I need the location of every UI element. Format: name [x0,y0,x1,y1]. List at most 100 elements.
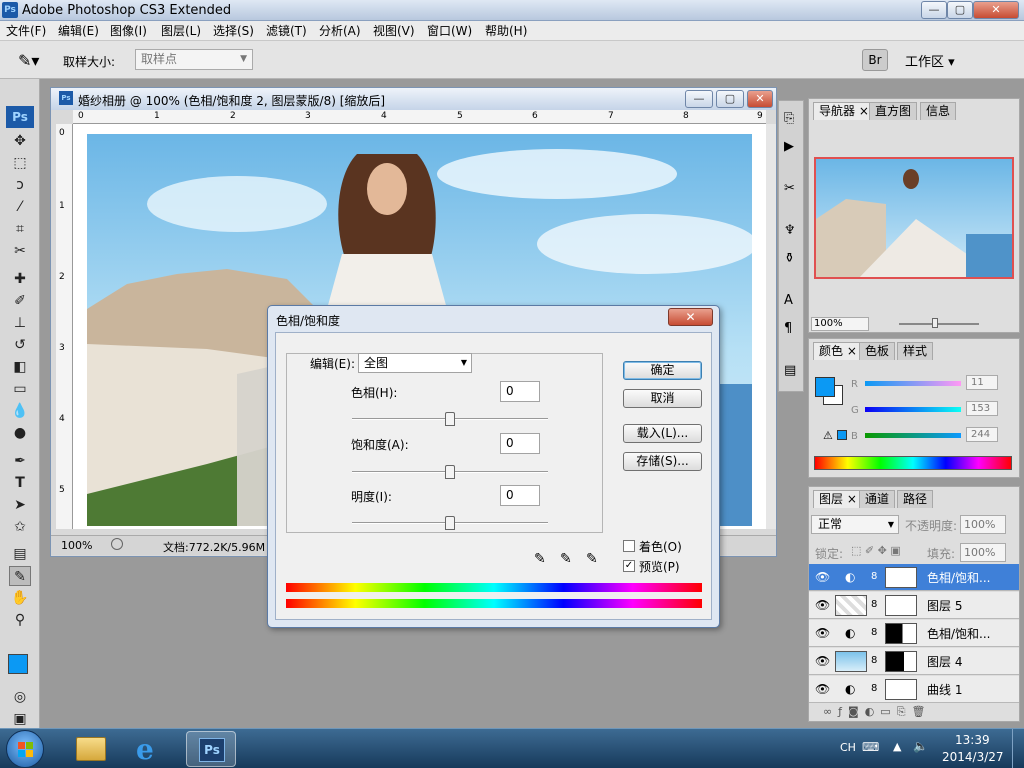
fill-field[interactable]: 100% [960,543,1006,562]
slice-tool-icon[interactable]: ✂ [9,241,31,261]
tab-layers[interactable]: 图层 × [813,490,863,508]
menu-file[interactable]: 文件(F) [6,23,46,39]
visibility-eye-icon[interactable]: 👁 [815,654,830,668]
hue-input[interactable]: 0 [500,381,540,402]
doc-maximize-button[interactable]: ▢ [716,90,744,108]
gradient-tool-icon[interactable]: ▭ [9,379,31,399]
tab-histogram[interactable]: 直方图 [869,102,918,120]
eraser-tool-icon[interactable]: ◧ [9,357,31,377]
lasso-tool-icon[interactable]: ↄ [9,175,31,195]
shape-tool-icon[interactable]: ✩ [9,517,31,537]
tab-styles[interactable]: 样式 [897,342,934,360]
lock-icons[interactable]: ⬚ ✐ ✥ ▣ [851,544,901,557]
layer-mask-thumbnail[interactable] [885,679,917,700]
warning-icon[interactable]: ⚠ [823,429,833,442]
magic-wand-tool-icon[interactable]: ⁄ [9,197,31,217]
blend-mode-select[interactable]: 正常 ▼ [811,515,899,534]
layer-row[interactable]: 👁 ◐ 8 色相/饱和... [809,620,1019,647]
menu-image[interactable]: 图像(I) [110,23,147,39]
b-value[interactable]: 244 [966,427,998,442]
photoshop-taskbar-button[interactable]: Ps [186,731,236,767]
type-tool-icon[interactable]: T [9,473,31,493]
navigator-zoom-thumb[interactable] [932,318,938,328]
tab-navigator[interactable]: 导航器 × [813,102,875,120]
layer-thumbnail[interactable] [835,651,867,672]
lightness-slider-thumb[interactable] [445,516,455,530]
vertical-scrollbar[interactable] [766,124,776,529]
save-button[interactable]: 存储(S)... [623,452,702,471]
navigator-zoom-field[interactable]: 100% [811,317,869,331]
eyedropper-minus-icon[interactable]: ✎ [586,551,598,567]
status-menu-icon[interactable] [111,538,123,550]
zoom-level[interactable]: 100% [61,539,92,552]
foreground-color[interactable] [815,377,835,397]
hand-tool-icon[interactable]: ✋ [9,588,31,608]
navigator-zoom-slider[interactable] [899,323,979,325]
actions-panel-icon[interactable]: ▶ [784,139,794,154]
quick-mask-icon[interactable]: ◎ [9,687,31,707]
g-value[interactable]: 153 [966,401,998,416]
web-safe-swatch[interactable] [837,430,847,440]
minimize-button[interactable]: — [921,1,947,19]
b-slider[interactable] [865,433,961,438]
visibility-eye-icon[interactable]: 👁 [815,570,830,584]
menu-edit[interactable]: 编辑(E) [58,23,99,39]
doc-minimize-button[interactable]: — [685,90,713,108]
start-button[interactable] [6,730,44,768]
bridge-icon[interactable]: Br [862,49,888,71]
layer-thumbnail[interactable] [835,595,867,616]
layer-row[interactable]: 👁 8 图层 5 [809,592,1019,619]
history-panel-icon[interactable]: ⎘ [784,111,794,126]
layer-mask-thumbnail[interactable] [885,595,917,616]
eyedropper-plus-icon[interactable]: ✎ [560,551,572,567]
eyedropper-tool-icon[interactable]: ✎ [9,566,31,586]
ok-button[interactable]: 确定 [623,361,702,380]
menu-filter[interactable]: 滤镜(T) [266,23,307,39]
brushes-panel-icon[interactable]: ♆ [784,223,796,238]
blur-tool-icon[interactable]: 💧 [9,401,31,421]
colorize-checkbox[interactable] [623,540,635,552]
tab-color[interactable]: 颜色 × [813,342,863,360]
color-spectrum-bar[interactable] [814,456,1012,470]
layer-mask-thumbnail[interactable] [885,567,917,588]
menu-analysis[interactable]: 分析(A) [319,23,361,39]
move-tool-icon[interactable]: ✥ [9,131,31,151]
workspace-button[interactable]: 工作区 ▾ [905,51,955,70]
layer-mask-thumbnail[interactable] [885,623,917,644]
notes-tool-icon[interactable]: ▤ [9,544,31,564]
brush-tool-icon[interactable]: ✐ [9,291,31,311]
layer-row[interactable]: 👁 ◐ 8 曲线 1 [809,676,1019,703]
layer-row[interactable]: 👁 ◐ 8 色相/饱和... [809,564,1019,591]
history-brush-icon[interactable]: ↺ [9,335,31,355]
zoom-tool-icon[interactable]: ⚲ [9,610,31,630]
eyedropper-icon[interactable]: ✎▾ [18,51,39,70]
tool-presets-icon[interactable]: ✂ [784,181,795,196]
visibility-eye-icon[interactable]: 👁 [815,626,830,640]
r-slider[interactable] [865,381,961,386]
cancel-button[interactable]: 取消 [623,389,702,408]
tab-channels[interactable]: 通道 [859,490,896,508]
layer-mask-thumbnail[interactable] [885,651,917,672]
edit-select[interactable]: 全图 ▼ [358,353,472,373]
visibility-eye-icon[interactable]: 👁 [815,598,830,612]
marquee-tool-icon[interactable]: ⬚ [9,153,31,173]
tab-paths[interactable]: 路径 [897,490,934,508]
dodge-tool-icon[interactable]: ● [9,423,31,443]
load-button[interactable]: 载入(L)... [623,424,702,443]
path-selection-icon[interactable]: ➤ [9,495,31,515]
menu-help[interactable]: 帮助(H) [485,23,527,39]
lightness-input[interactable]: 0 [500,485,540,506]
navigator-preview[interactable] [814,157,1014,279]
screen-mode-icon[interactable]: ▣ [9,709,31,729]
tab-swatches[interactable]: 色板 [859,342,896,360]
paragraph-panel-icon[interactable]: ¶ [784,321,792,336]
eyedropper-icon[interactable]: ✎ [534,551,546,567]
clone-source-icon[interactable]: ⚱ [784,251,795,266]
layer-comps-icon[interactable]: ▤ [784,363,796,378]
menu-window[interactable]: 窗口(W) [427,23,472,39]
visibility-eye-icon[interactable]: 👁 [815,682,830,696]
clock-date[interactable]: 2014/3/27 [942,750,1004,764]
language-indicator[interactable]: CH [840,741,856,754]
clock-time[interactable]: 13:39 [955,733,990,747]
layer-actions-icons[interactable]: ∞ƒ◙◐▭⎘🗑 [823,705,931,719]
